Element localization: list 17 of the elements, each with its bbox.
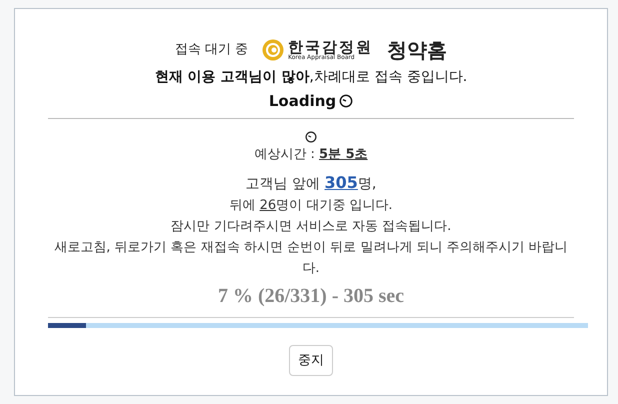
- info-text: 잠시만 기다려주시면 서비스로 자동 접속됩니다.: [170, 218, 452, 236]
- clock-icon: [339, 94, 354, 108]
- queue-behind-text: 뒤에 26명이 대기중 입니다.: [229, 197, 393, 215]
- swirl-icon: [262, 39, 284, 61]
- stop-button[interactable]: 중지: [289, 345, 333, 376]
- clock-icon: [305, 130, 317, 142]
- info-text: 새로고침, 뒤로가기 혹은 재접속 하시면 순번이 뒤로 밀려나게 되니 주의해주시기 바랍니다.: [53, 239, 569, 278]
- progress-text: 7 % (26/331) - 305 sec: [218, 284, 404, 309]
- status-text: 접속 대기 중: [174, 41, 248, 60]
- estimate-label: 예상시간 :: [254, 146, 315, 162]
- logo-name: 한국감정원: [288, 40, 374, 54]
- service-name: 청약홈: [387, 37, 448, 64]
- estimate-value: 5분 5초: [319, 146, 368, 162]
- queue-ahead-text: 고객님 앞에 305명,: [246, 172, 376, 194]
- loading-text: Loading: [268, 91, 336, 112]
- notice-text: 현재 이용 고객님이 많아,차례대로 접속 중입니다.: [154, 68, 468, 87]
- queue-count-link[interactable]: 305: [324, 173, 358, 192]
